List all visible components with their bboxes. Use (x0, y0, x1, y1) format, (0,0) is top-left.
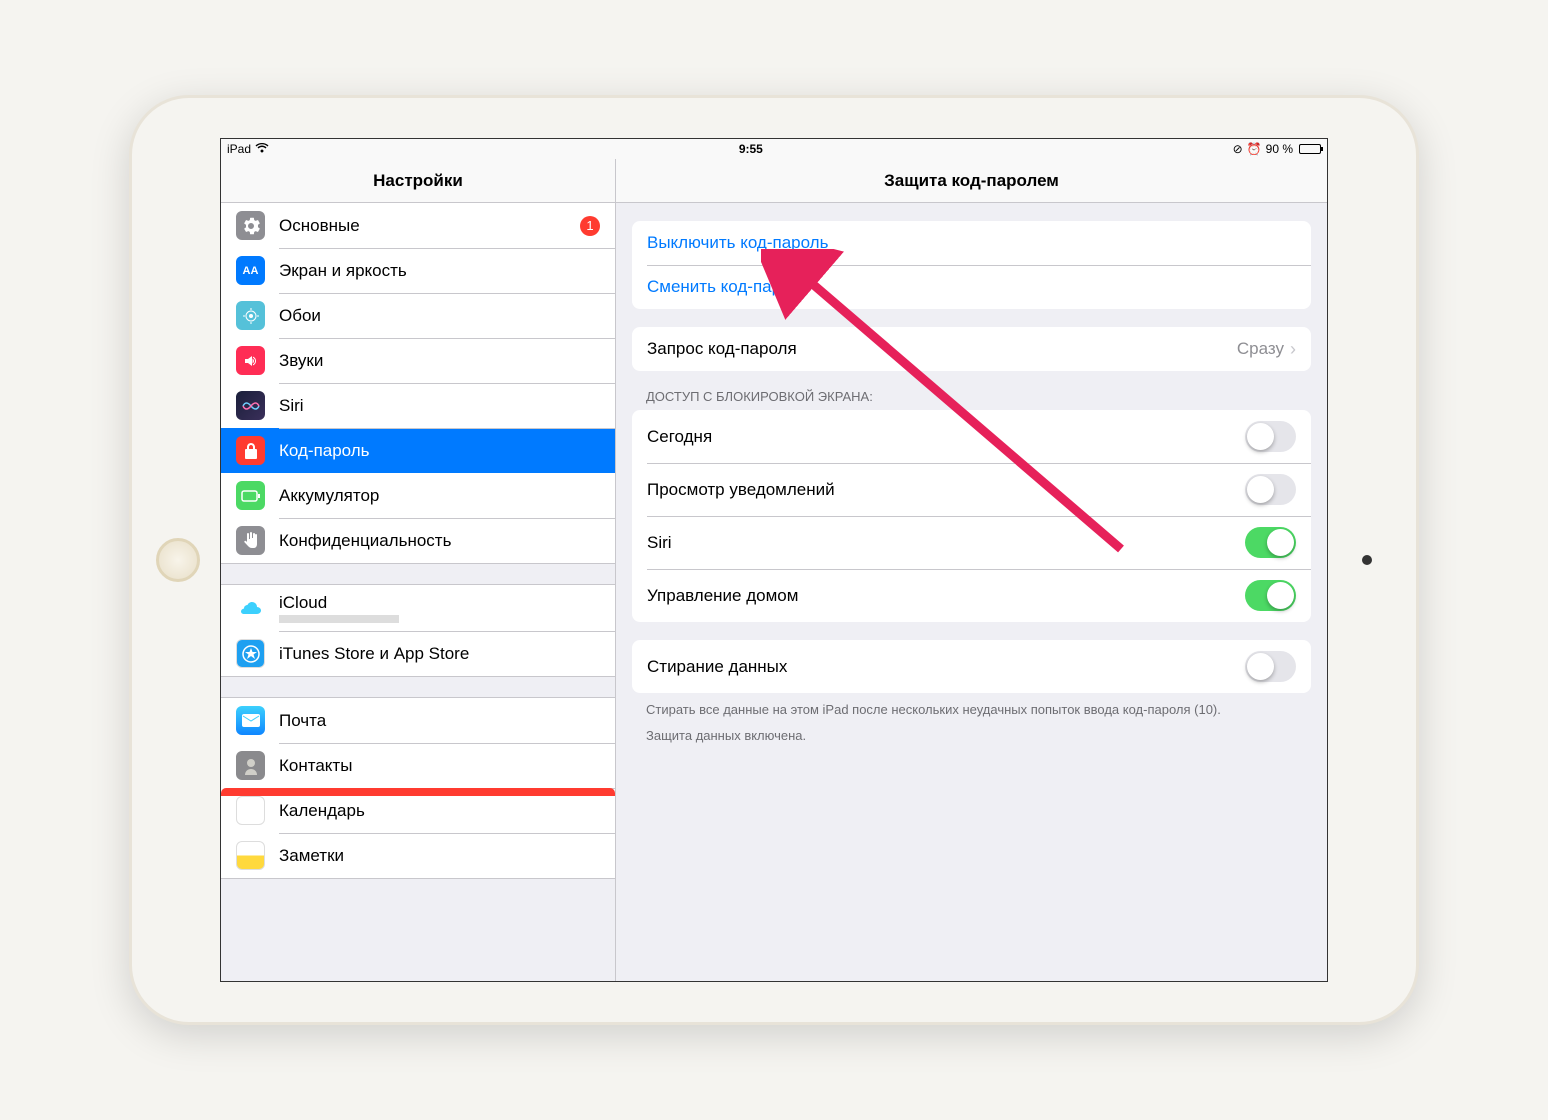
battery-icon (1299, 144, 1321, 154)
sidebar-item-label: Экран и яркость (279, 261, 407, 281)
orientation-lock-icon: ⊘ (1233, 142, 1243, 156)
sidebar-item-label: Аккумулятор (279, 486, 379, 506)
speaker-icon (236, 346, 265, 375)
sidebar-item-label: Обои (279, 306, 321, 326)
change-passcode-button[interactable]: Сменить код-пароль (632, 265, 1311, 309)
sidebar-item-itunes[interactable]: iTunes Store и App Store (221, 631, 615, 676)
gear-icon (236, 211, 265, 240)
sidebar-item-wallpaper[interactable]: Обои (221, 293, 615, 338)
sidebar-item-calendar[interactable]: Календарь (221, 788, 615, 833)
sidebar-item-display[interactable]: AA Экран и яркость (221, 248, 615, 293)
sidebar-item-mail[interactable]: Почта (221, 698, 615, 743)
status-bar: iPad 9:55 ⊘ ⏰ 90 % (221, 139, 1327, 159)
chevron-right-icon: › (1290, 339, 1296, 360)
require-passcode-row[interactable]: Запрос код-пароля Сразу › (632, 327, 1311, 371)
sidebar-item-label: Звуки (279, 351, 323, 371)
sidebar-item-privacy[interactable]: Конфиденциальность (221, 518, 615, 563)
sidebar-item-label: Конфиденциальность (279, 531, 451, 551)
sidebar-item-label: Почта (279, 711, 326, 731)
lock-screen-access-header: ДОСТУП С БЛОКИРОВКОЙ ЭКРАНА: (646, 389, 1297, 404)
lock-item-label: Siri (647, 533, 672, 553)
mail-icon (236, 706, 265, 735)
lock-home-row[interactable]: Управление домом (632, 569, 1311, 622)
display-icon: AA (236, 256, 265, 285)
notifications-switch[interactable] (1245, 474, 1296, 505)
require-passcode-label: Запрос код-пароля (647, 339, 797, 359)
sidebar-item-label: iTunes Store и App Store (279, 644, 469, 664)
today-switch[interactable] (1245, 421, 1296, 452)
contacts-icon (236, 751, 265, 780)
sidebar-item-passcode[interactable]: Код-пароль (221, 428, 615, 473)
lock-icon (236, 436, 265, 465)
sidebar-item-label: Контакты (279, 756, 352, 776)
screen: iPad 9:55 ⊘ ⏰ 90 % Настройки Защита код-… (220, 138, 1328, 982)
sidebar-item-notes[interactable]: Заметки (221, 833, 615, 878)
lock-today-row[interactable]: Сегодня (632, 410, 1311, 463)
lock-item-label: Управление домом (647, 586, 798, 606)
sidebar-item-label: Календарь (279, 801, 365, 821)
notification-badge: 1 (580, 216, 600, 236)
wallpaper-icon (236, 301, 265, 330)
detail-title: Защита код-паролем (616, 159, 1327, 202)
lock-item-label: Просмотр уведомлений (647, 480, 835, 500)
appstore-icon (236, 639, 265, 668)
hand-icon (236, 526, 265, 555)
siri-icon (236, 391, 265, 420)
lock-notifications-row[interactable]: Просмотр уведомлений (632, 463, 1311, 516)
lock-siri-row[interactable]: Siri (632, 516, 1311, 569)
sidebar-item-sounds[interactable]: Звуки (221, 338, 615, 383)
settings-title: Настройки (221, 159, 616, 202)
lock-item-label: Сегодня (647, 427, 712, 447)
sidebar-item-battery[interactable]: Аккумулятор (221, 473, 615, 518)
turn-off-passcode-button[interactable]: Выключить код-пароль (632, 221, 1311, 265)
nav-headers: Настройки Защита код-паролем (221, 159, 1327, 203)
erase-data-switch[interactable] (1245, 651, 1296, 682)
ipad-device-frame: iPad 9:55 ⊘ ⏰ 90 % Настройки Защита код-… (129, 95, 1419, 1025)
status-time: 9:55 (739, 142, 763, 156)
sidebar-item-general[interactable]: Основные 1 (221, 203, 615, 248)
home-control-switch[interactable] (1245, 580, 1296, 611)
sidebar-item-icloud[interactable]: iCloud (221, 585, 615, 631)
sidebar-item-label: Заметки (279, 846, 344, 866)
sidebar-item-label: Основные (279, 216, 360, 236)
sidebar-item-label: Код-пароль (279, 441, 370, 461)
cloud-icon (236, 594, 265, 623)
calendar-icon (236, 796, 265, 825)
erase-data-label: Стирание данных (647, 657, 787, 677)
battery-percentage: 90 % (1266, 142, 1293, 156)
sidebar-item-label: Siri (279, 396, 304, 416)
data-protection-text: Защита данных включена. (646, 727, 1297, 745)
alarm-icon: ⏰ (1247, 142, 1262, 156)
front-camera (1362, 555, 1372, 565)
notes-icon (236, 841, 265, 870)
require-passcode-value: Сразу (1237, 339, 1284, 359)
erase-footer-text: Стирать все данные на этом iPad после не… (646, 701, 1297, 719)
wifi-icon (255, 142, 269, 156)
sidebar-item-contacts[interactable]: Контакты (221, 743, 615, 788)
home-button[interactable] (156, 538, 200, 582)
settings-sidebar[interactable]: Основные 1 AA Экран и яркость Обои (221, 203, 616, 981)
battery-settings-icon (236, 481, 265, 510)
sidebar-item-siri[interactable]: Siri (221, 383, 615, 428)
siri-switch[interactable] (1245, 527, 1296, 558)
erase-data-row[interactable]: Стирание данных (632, 640, 1311, 693)
detail-pane[interactable]: Выключить код-пароль Сменить код-пароль … (616, 203, 1327, 981)
sidebar-item-label: iCloud (279, 593, 399, 613)
device-label: iPad (227, 142, 251, 156)
icloud-account-placeholder (279, 615, 399, 623)
